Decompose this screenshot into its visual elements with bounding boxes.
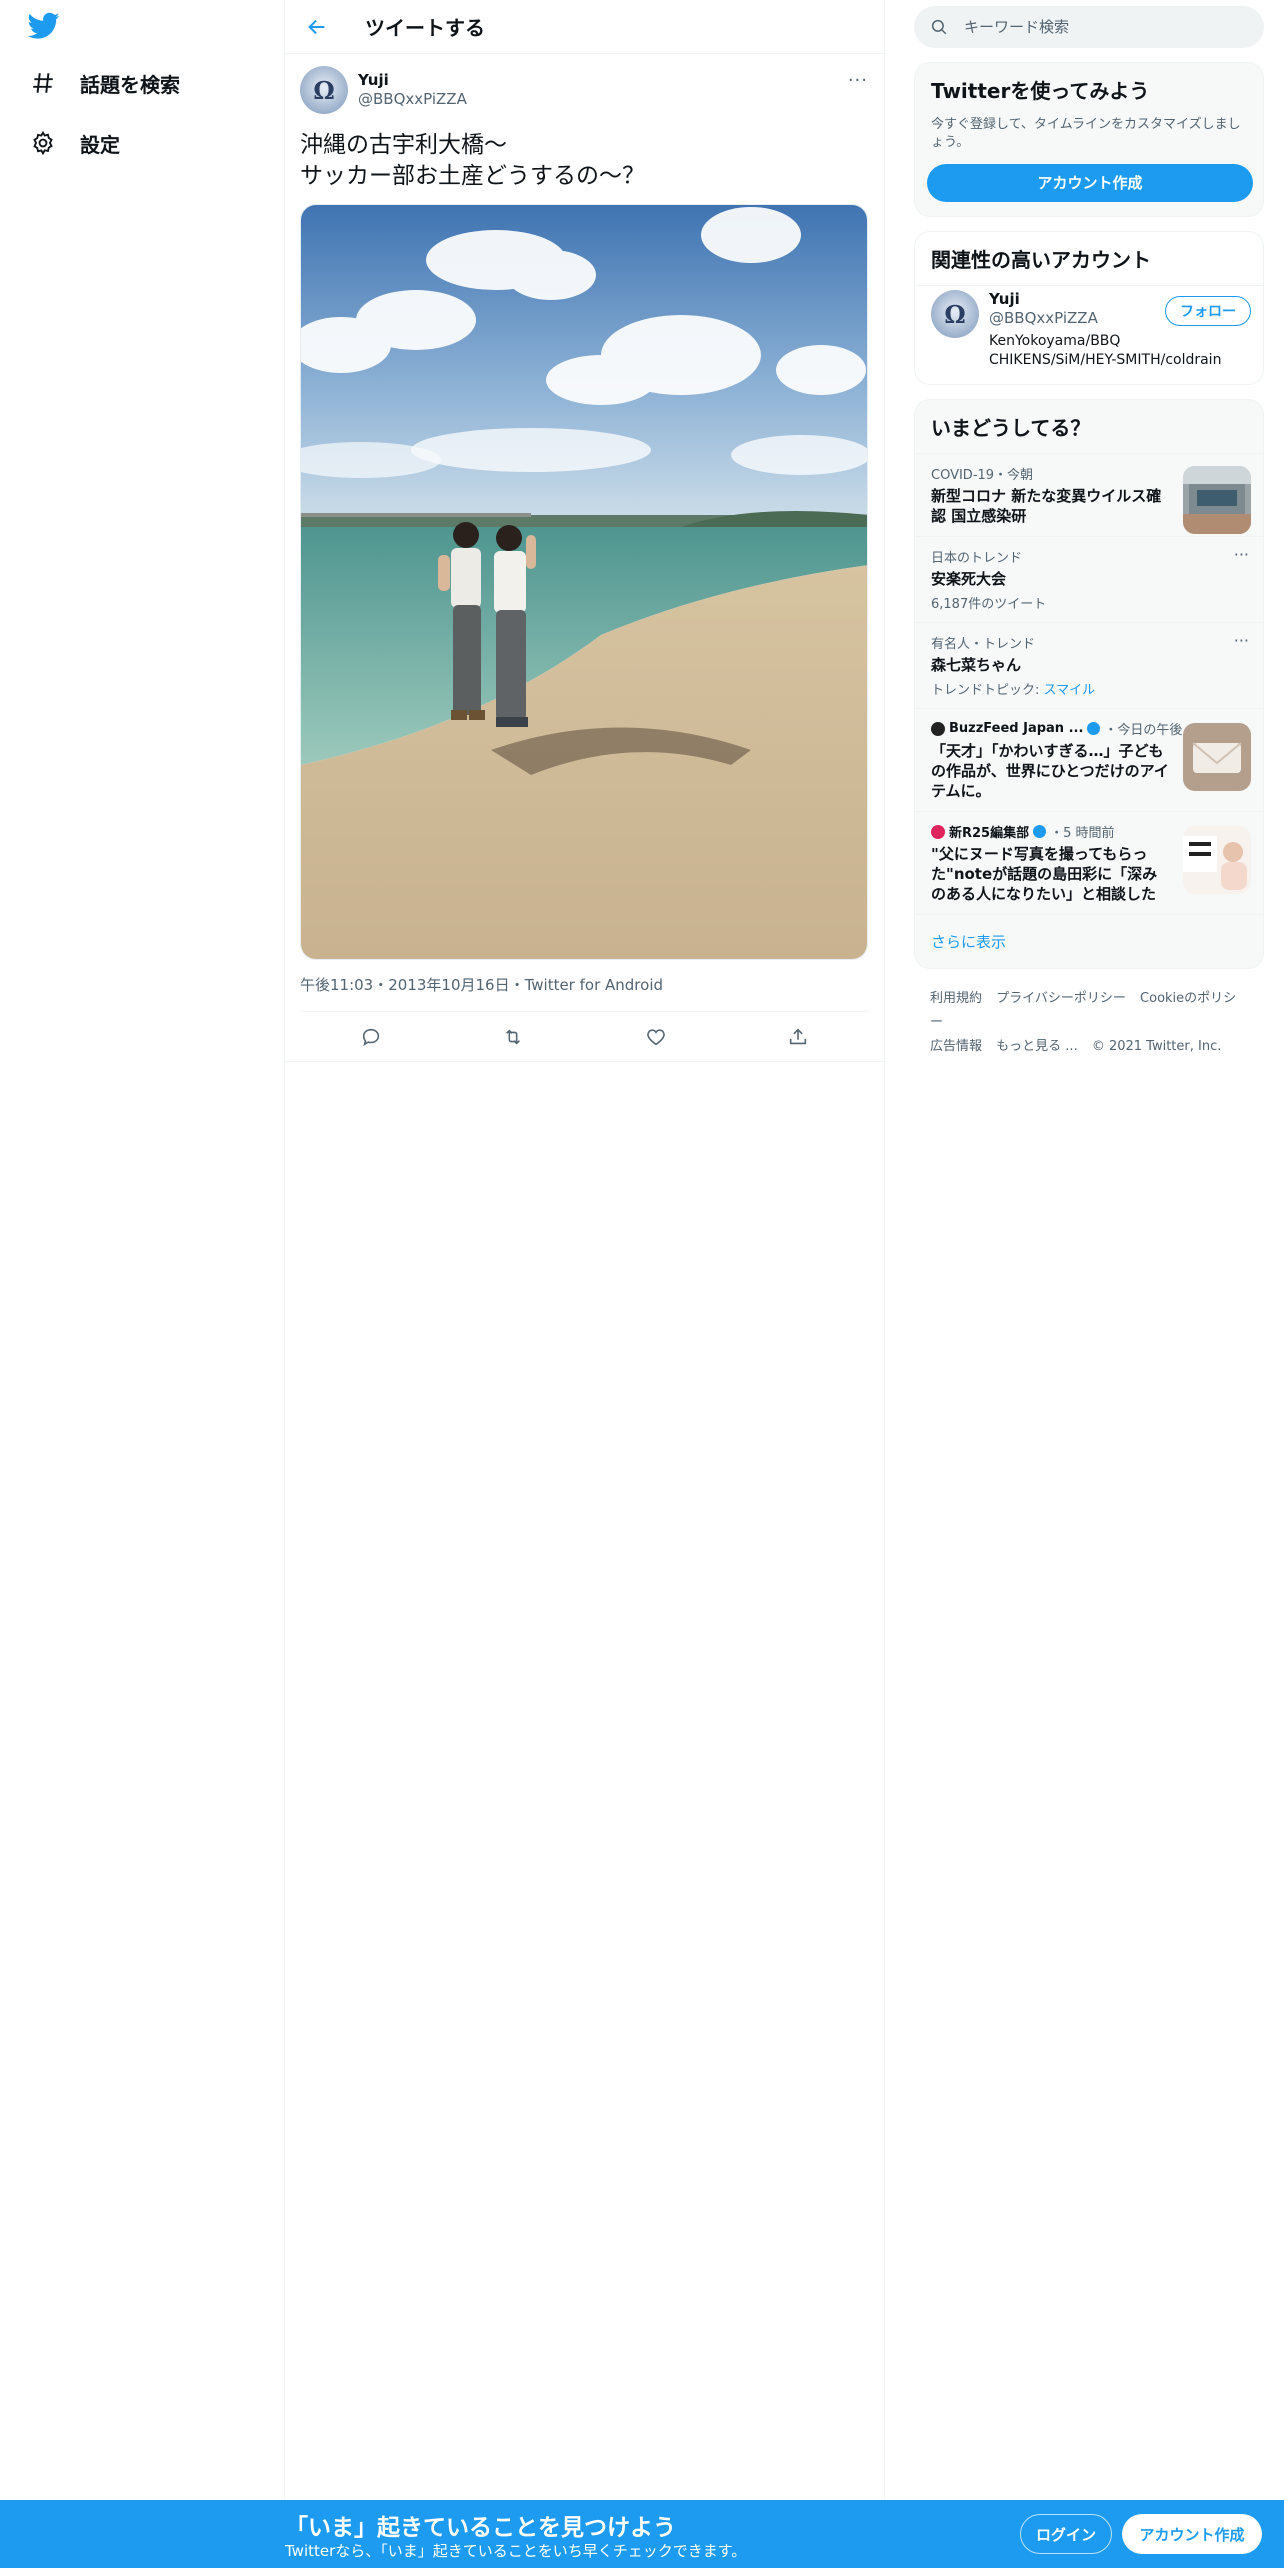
create-account-button[interactable]: アカウント作成 (1122, 2514, 1262, 2554)
trend-title: 安楽死大会 (931, 570, 1007, 588)
create-account-button[interactable]: アカウント作成 (927, 164, 1253, 202)
news-item[interactable]: BuzzFeed Japan ... ・今日の午後 「天才」「かわいすぎる…」子… (915, 708, 1263, 811)
footer-link[interactable]: 利用規約 (930, 991, 982, 1006)
user-handle[interactable]: @BBQxxPiZZA (358, 90, 467, 109)
more-options-icon[interactable]: ··· (1234, 631, 1249, 650)
verified-badge-icon (1033, 825, 1047, 838)
related-account-bio: KenYokoyama/BBQ CHIKENS/SiM/HEY-SMITH/co… (989, 333, 1222, 368)
signup-card-title: Twitterを使ってみよう (931, 79, 1150, 103)
banner-title: 「いま」起きていることを見つけよう (285, 2515, 676, 2541)
login-button[interactable]: ログイン (1020, 2514, 1112, 2554)
related-accounts-card: 関連性の高いアカウント Ω Yuji @BBQxxPiZZA KenYokoya… (914, 231, 1264, 385)
trend-title: 森七菜ちゃん (931, 656, 1022, 674)
trend-topic: トレンドトピック: スマイル (931, 679, 1247, 698)
news-title: 「天才」「かわいすぎる…」子どもの作品が、世界にひとつだけのアイテムに。 (931, 742, 1169, 800)
follow-button[interactable]: フォロー (1165, 296, 1251, 326)
trend-title: 新型コロナ 新たな変異ウイルス確認 国立感染研 (931, 487, 1162, 525)
trend-context: 有名人・トレンド (931, 637, 1036, 652)
tweet-photo[interactable] (300, 204, 868, 960)
footer-link[interactable]: プライバシーポリシー (996, 991, 1126, 1006)
related-account[interactable]: Ω Yuji @BBQxxPiZZA KenYokoyama/BBQ CHIKE… (915, 285, 1263, 384)
news-time: ・5 時間前 (1050, 826, 1115, 841)
nav-item-explore[interactable]: 話題を検索 (26, 66, 180, 100)
search-box[interactable] (914, 6, 1264, 48)
news-source: 新R25編集部 (949, 826, 1030, 841)
app: 話題を検索 設定 ツイートする Ω Yuji @BBQxxPiZZA ··· 沖… (0, 0, 1284, 2568)
trend-item[interactable]: 日本のトレンド 安楽死大会 6,187件のツイート ··· (915, 536, 1263, 622)
more-options-icon[interactable]: ··· (848, 70, 868, 91)
buzzfeed-logo-icon (931, 721, 945, 736)
search-icon (931, 19, 947, 35)
trend-context: 日本のトレンド (931, 551, 1023, 566)
news-item[interactable]: 新R25編集部 ・5 時間前 "父にヌード写真を撮ってもらった"noteが話題の… (915, 811, 1263, 914)
trend-thumbnail (1183, 466, 1251, 534)
verified-badge-icon (1087, 722, 1101, 735)
news-thumbnail (1183, 723, 1251, 791)
left-nav: 話題を検索 設定 (0, 0, 285, 2500)
nav-item-label: 話題を検索 (80, 72, 180, 97)
trends-card: いまどうしてる？ COVID-19・今朝 新型コロナ 新たな変異ウイルス確認 国… (914, 399, 1264, 969)
news-title: "父にヌード写真を撮ってもらった"noteが話題の島田彩に「深みのある人になりた… (931, 845, 1158, 903)
arrow-left-icon (308, 19, 325, 34)
retweet-icon[interactable] (493, 1017, 533, 1057)
footer: 利用規約 プライバシーポリシー Cookieのポリシー 広告情報 もっと見る .… (914, 987, 1264, 1059)
signup-card: Twitterを使ってみよう 今すぐ登録して、タイムラインをカスタマイズしましょ… (914, 62, 1264, 217)
main-column: ツイートする Ω Yuji @BBQxxPiZZA ··· 沖縄の古宇利大橋〜 … (285, 0, 885, 2500)
trends-title: いまどうしてる？ (931, 416, 1091, 440)
footer-link[interactable]: もっと見る ... (996, 1039, 1078, 1054)
banner-subtitle: Twitterなら、「いま」起きていることをいち早くチェックできます。 (285, 2542, 747, 2560)
tweet-actions (285, 1012, 884, 1062)
avatar[interactable]: Ω (300, 66, 348, 114)
twitter-bird-icon[interactable] (27, 12, 64, 42)
news-source: BuzzFeed Japan ... (949, 721, 1084, 736)
show-more-link[interactable]: さらに表示 (915, 914, 1263, 968)
page-header: ツイートする (285, 0, 884, 54)
signup-card-description: 今すぐ登録して、タイムラインをカスタマイズしましょう。 (931, 117, 1241, 150)
more-options-icon[interactable]: ··· (1234, 545, 1249, 564)
like-icon[interactable] (636, 1017, 676, 1057)
tweet-author[interactable]: Ω Yuji @BBQxxPiZZA (300, 64, 869, 116)
trend-topic-prefix: トレンドトピック: (931, 683, 1044, 698)
tweet-timestamp[interactable]: 午後11:03・2013年10月16日・Twitter for Android (300, 974, 869, 1012)
reply-icon[interactable] (351, 1017, 391, 1057)
tweet: Ω Yuji @BBQxxPiZZA ··· 沖縄の古宇利大橋〜 サッカー部お土… (285, 54, 884, 1062)
tweet-text: 沖縄の古宇利大橋〜 サッカー部お土産どうするの〜？ (300, 132, 645, 189)
search-input[interactable] (964, 18, 1224, 36)
footer-link[interactable]: 広告情報 (930, 1039, 982, 1054)
gear-icon (26, 126, 60, 160)
right-sidebar: Twitterを使ってみよう 今すぐ登録して、タイムラインをカスタマイズしましょ… (914, 0, 1264, 1059)
signup-banner: 「いま」起きていることを見つけよう Twitterなら、「いま」起きていることを… (0, 2500, 1284, 2568)
share-icon[interactable] (778, 1017, 818, 1057)
trend-tweet-count: 6,187件のツイート (931, 597, 1047, 612)
r25-logo-icon (931, 824, 945, 839)
svg-text:Ω: Ω (944, 300, 965, 329)
news-time: ・今日の午後 (1104, 723, 1183, 738)
svg-text:Ω: Ω (313, 76, 334, 105)
hashtag-icon (26, 66, 60, 100)
back-button[interactable] (297, 7, 337, 47)
trend-topic-link[interactable]: スマイル (1044, 683, 1096, 698)
nav-item-settings[interactable]: 設定 (26, 126, 120, 160)
news-thumbnail (1183, 826, 1251, 894)
trend-item[interactable]: COVID-19・今朝 新型コロナ 新たな変異ウイルス確認 国立感染研 (915, 453, 1263, 536)
copyright: © 2021 Twitter, Inc. (1091, 1039, 1222, 1054)
avatar[interactable]: Ω (931, 290, 979, 338)
nav-item-label: 設定 (80, 132, 120, 157)
page-title: ツイートする (365, 16, 485, 40)
related-accounts-title: 関連性の高いアカウント (931, 248, 1151, 272)
trend-item[interactable]: 有名人・トレンド 森七菜ちゃん トレンドトピック: スマイル ··· (915, 622, 1263, 708)
display-name[interactable]: Yuji (358, 71, 467, 90)
